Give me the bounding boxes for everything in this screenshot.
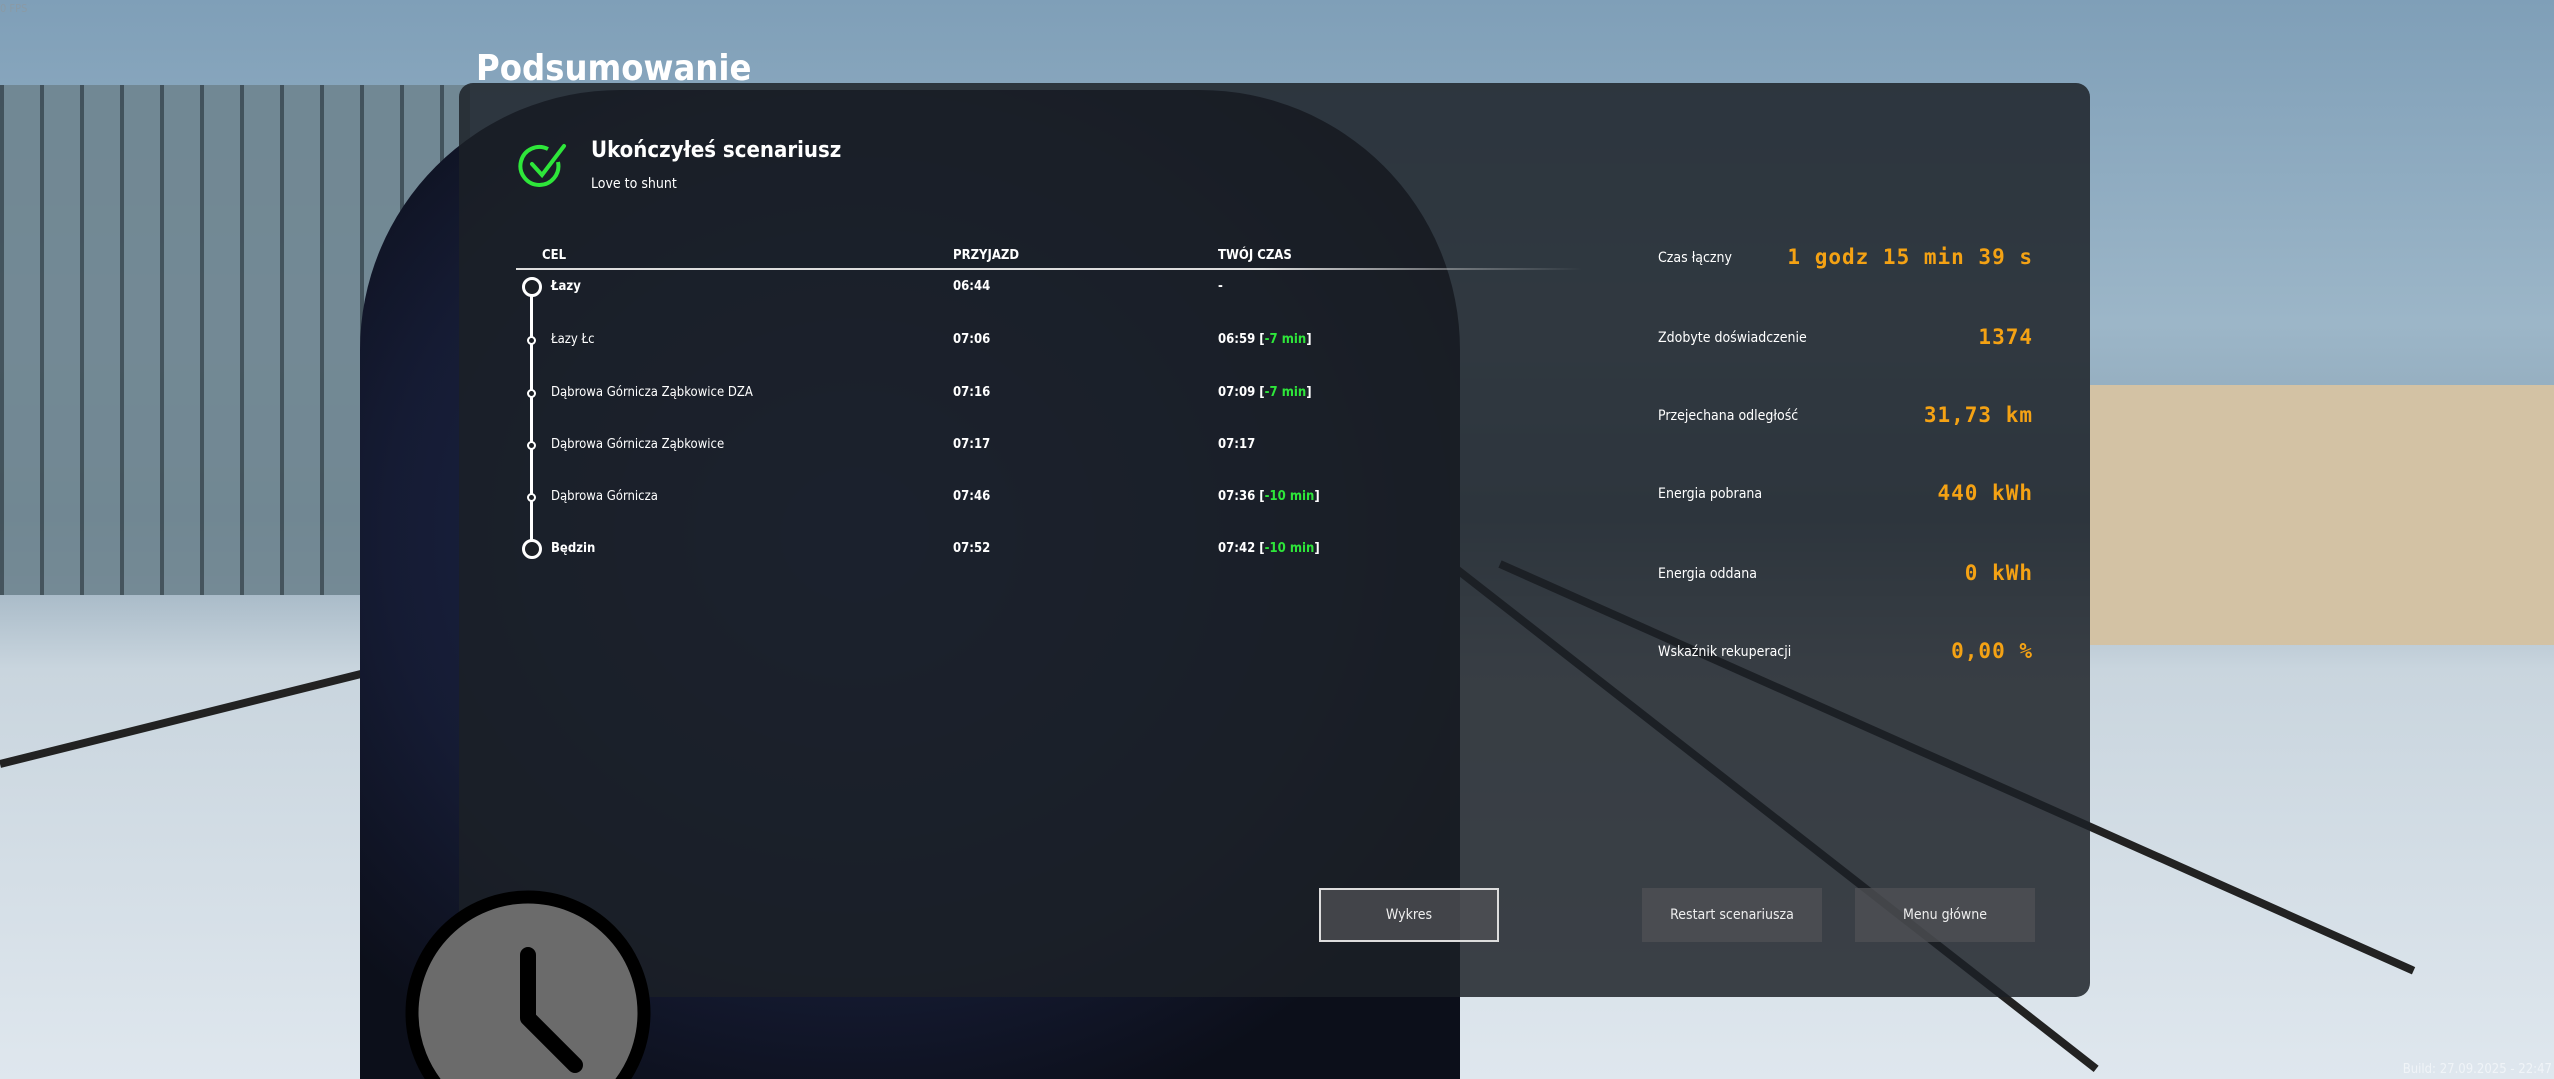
timeline-stop-major: [521, 277, 542, 297]
completion-heading: Ukończyłeś scenariusz: [591, 138, 842, 163]
stat-label: Wskaźnik rekuperacji: [1658, 644, 1792, 660]
timeline-stop-major: [521, 539, 542, 559]
stop-name: Łazy Łc: [551, 332, 595, 347]
your-time: 07:17: [1218, 435, 1255, 455]
check-icon: [518, 144, 566, 187]
time-diff: -10 min: [1264, 489, 1315, 504]
time-diff: -7 min: [1264, 332, 1307, 347]
column-header-goal: CEL: [542, 248, 567, 263]
stat-value: 1 godz 15 min 39 s: [1787, 245, 2033, 269]
your-time: 07:36 [-10 min]: [1218, 489, 1320, 504]
arrival-time: 06:44: [953, 279, 991, 294]
actual-time: 07:42: [1218, 541, 1256, 556]
your-time: 07:09 [-7 min]: [1218, 385, 1312, 400]
stat-label: Zdobyte doświadczenie: [1658, 330, 1807, 346]
stat-value: 1374: [1978, 325, 2033, 349]
stop-name: Łazy: [551, 279, 581, 294]
stat-label: Energia oddana: [1658, 566, 1757, 582]
actual-time: 07:36: [1218, 489, 1256, 504]
timeline-stop: [527, 388, 536, 398]
scenario-name: Love to shunt: [591, 176, 677, 192]
column-header-your-time: TWÓJ CZAS: [1218, 248, 1292, 263]
stat-label: Czas łączny: [1658, 250, 1732, 266]
stat-value: 0 kWh: [1964, 561, 2033, 585]
your-time: 06:59 [-7 min]: [1218, 332, 1312, 347]
actual-time: 07:09: [1218, 385, 1256, 400]
background-house: [2090, 385, 2554, 645]
your-time: 07:42 [-10 min]: [1218, 541, 1320, 556]
stat-label: Przejechana odległość: [1658, 408, 1799, 424]
restart-scenario-button[interactable]: Restart scenariusza: [1642, 888, 1822, 942]
stop-name: Dąbrowa Górnicza: [551, 489, 658, 504]
arrival-time: 07:16: [953, 385, 991, 400]
your-time: -: [1218, 277, 1223, 297]
main-menu-button[interactable]: Menu główne: [1855, 888, 2035, 942]
actual-time: 06:59: [1218, 332, 1256, 347]
chart-button[interactable]: Wykres: [1319, 888, 1499, 942]
timeline-stop: [527, 440, 536, 450]
stat-value: 440 kWh: [1937, 481, 2033, 505]
fps-counter: 0 FPS: [0, 2, 28, 15]
clock-icon: [405, 890, 651, 1079]
stat-value: 31,73 km: [1923, 403, 2033, 427]
stat-label: Energia pobrana: [1658, 486, 1763, 502]
header-divider: [516, 268, 1582, 270]
column-header-arrival: PRZYJAZD: [953, 248, 1020, 263]
actual-time: -: [1218, 279, 1223, 294]
timeline-stop: [527, 335, 536, 345]
time-diff: -7 min: [1264, 385, 1307, 400]
arrival-time: 07:52: [953, 541, 991, 556]
time-diff: -10 min: [1264, 541, 1315, 556]
stop-name: Będzin: [551, 541, 596, 556]
arrival-time: 07:46: [953, 489, 991, 504]
stat-value: 0,00 %: [1951, 639, 2033, 663]
route-timeline: [530, 287, 533, 549]
stop-name: Dąbrowa Górnicza Ząbkowice: [551, 437, 725, 452]
timeline-stop: [527, 492, 536, 502]
arrival-time: 07:06: [953, 332, 991, 347]
build-version: Build: 27.09.2025 - 22:47: [2402, 1062, 2552, 1077]
actual-time: 07:17: [1218, 437, 1256, 452]
arrival-time: 07:17: [953, 437, 991, 452]
stop-name: Dąbrowa Górnicza Ząbkowice DZA: [551, 385, 753, 400]
